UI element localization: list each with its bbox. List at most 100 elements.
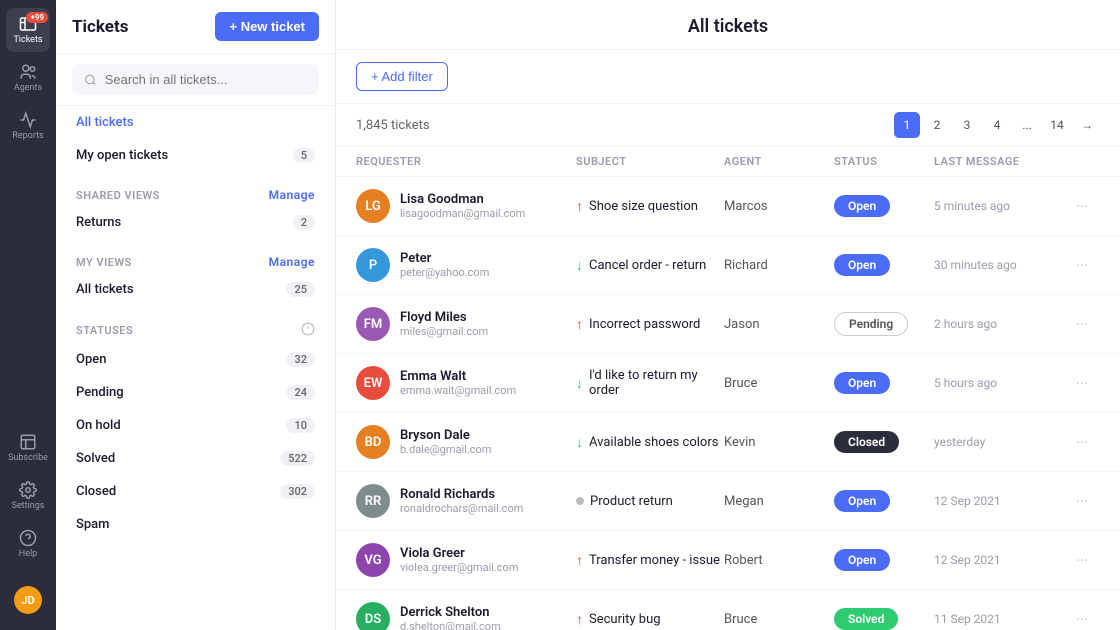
all-tickets-view-count: 25 — [286, 282, 315, 297]
status-cell: Pending — [834, 312, 934, 336]
requester-cell: BD Bryson Dale b.dale@gmail.com — [356, 425, 576, 459]
status-badge: Pending — [834, 312, 908, 336]
requester-cell: VG Viola Greer violea.greer@gmail.com — [356, 543, 576, 577]
tickets-table: REQUESTER SUBJECT AGENT STATUS LAST MESS… — [336, 147, 1120, 630]
new-ticket-button[interactable]: + New ticket — [215, 12, 319, 41]
subject-cell: ↓ I'd like to return my order — [576, 368, 724, 398]
requester-info: Emma Walt emma.walt@gmail.com — [400, 369, 516, 397]
requester-cell: RR Ronald Richards ronaldrochars@mail.co… — [356, 484, 576, 518]
table-row[interactable]: FM Floyd Miles miles@gmail.com ↑ Incorre… — [336, 295, 1120, 354]
col-actions — [1064, 155, 1100, 168]
page-next-btn[interactable]: → — [1074, 112, 1100, 138]
tickets-nav-item[interactable]: +99 Tickets — [6, 8, 50, 52]
pending-count: 24 — [286, 385, 315, 400]
subject-cell: ↑ Security bug — [576, 611, 724, 628]
agents-nav-item[interactable]: Agents — [6, 56, 50, 100]
requester-cell: EW Emma Walt emma.walt@gmail.com — [356, 366, 576, 400]
subject-text: Cancel order - return — [589, 258, 706, 273]
subject-cell: ↑ Shoe size question — [576, 198, 724, 215]
sidebar-item-pending[interactable]: Pending 24 — [72, 376, 319, 409]
requester-avatar: FM — [356, 307, 390, 341]
sidebar-item-my-open-tickets[interactable]: My open tickets 5 — [72, 139, 319, 172]
shared-views-manage[interactable]: Manage — [269, 188, 315, 202]
closed-count: 302 — [280, 484, 315, 499]
settings-nav-item[interactable]: Settings — [6, 474, 50, 518]
more-options-button[interactable]: ··· — [1064, 374, 1100, 393]
status-cell: Open — [834, 490, 934, 512]
all-tickets-label: All tickets — [76, 115, 134, 130]
main-title: All tickets — [356, 16, 1100, 49]
requester-name: Ronald Richards — [400, 487, 523, 502]
col-last-message: LAST MESSAGE — [934, 155, 1064, 168]
priority-down-icon: ↓ — [576, 375, 583, 392]
badge-red: +99 — [26, 12, 48, 23]
info-icon[interactable] — [301, 322, 315, 339]
subject-cell: ↓ Cancel order - return — [576, 257, 724, 274]
requester-name: Derrick Shelton — [400, 605, 501, 620]
add-filter-button[interactable]: + Add filter — [356, 62, 448, 91]
priority-down-icon: ↓ — [576, 434, 583, 451]
page-1-btn[interactable]: 1 — [894, 112, 920, 138]
table-row[interactable]: DS Derrick Shelton d.shelton@mail.com ↑ … — [336, 590, 1120, 630]
user-avatar-nav[interactable]: JD — [6, 578, 50, 622]
page-14-btn[interactable]: 14 — [1044, 112, 1070, 138]
statuses-label: STATUSES — [76, 324, 133, 337]
sidebar-item-all-tickets-view[interactable]: All tickets 25 — [72, 273, 319, 306]
reports-nav-item[interactable]: Reports — [6, 104, 50, 148]
table-row[interactable]: P Peter peter@yahoo.com ↓ Cancel order -… — [336, 236, 1120, 295]
more-options-button[interactable]: ··· — [1064, 551, 1100, 570]
sidebar-item-solved[interactable]: Solved 522 — [72, 442, 319, 475]
table-row[interactable]: EW Emma Walt emma.walt@gmail.com ↓ I'd l… — [336, 354, 1120, 413]
more-options-button[interactable]: ··· — [1064, 610, 1100, 629]
agent-cell: Bruce — [724, 376, 834, 391]
on-hold-count: 10 — [286, 418, 315, 433]
more-options-button[interactable]: ··· — [1064, 315, 1100, 334]
last-message: 5 minutes ago — [934, 199, 1064, 213]
sidebar-item-on-hold[interactable]: On hold 10 — [72, 409, 319, 442]
col-status: STATUS — [834, 155, 934, 168]
last-message: yesterday — [934, 435, 1064, 449]
tickets-count-bar: 1,845 tickets 1 2 3 4 ... 14 → — [336, 104, 1120, 147]
search-input[interactable] — [105, 72, 307, 87]
my-open-tickets-count: 5 — [293, 148, 315, 163]
open-count: 32 — [286, 352, 315, 367]
status-cell: Open — [834, 372, 934, 394]
subject-text: Incorrect password — [589, 317, 700, 332]
page-3-btn[interactable]: 3 — [954, 112, 980, 138]
icon-nav: +99 Tickets Agents Reports Subscribe Set… — [0, 0, 56, 630]
requester-avatar: VG — [356, 543, 390, 577]
priority-dot-icon — [576, 497, 584, 505]
agent-cell: Robert — [724, 553, 834, 568]
last-message: 12 Sep 2021 — [934, 553, 1064, 567]
requester-cell: DS Derrick Shelton d.shelton@mail.com — [356, 602, 576, 630]
table-row[interactable]: VG Viola Greer violea.greer@gmail.com ↑ … — [336, 531, 1120, 590]
sidebar-item-open[interactable]: Open 32 — [72, 343, 319, 376]
subject-text: Security bug — [589, 612, 661, 627]
sidebar-item-all-tickets[interactable]: All tickets — [72, 106, 319, 139]
returns-label: Returns — [76, 215, 121, 230]
page-4-btn[interactable]: 4 — [984, 112, 1010, 138]
priority-up-icon: ↑ — [576, 316, 583, 333]
table-row[interactable]: RR Ronald Richards ronaldrochars@mail.co… — [336, 472, 1120, 531]
more-options-button[interactable]: ··· — [1064, 256, 1100, 275]
table-row[interactable]: BD Bryson Dale b.dale@gmail.com ↓ Availa… — [336, 413, 1120, 472]
agent-cell: Bruce — [724, 612, 834, 627]
help-nav-item[interactable]: Help — [6, 522, 50, 566]
last-message: 2 hours ago — [934, 317, 1064, 331]
more-options-button[interactable]: ··· — [1064, 197, 1100, 216]
agent-cell: Kevin — [724, 435, 834, 450]
sidebar-item-returns[interactable]: Returns 2 — [72, 206, 319, 239]
page-2-btn[interactable]: 2 — [924, 112, 950, 138]
sidebar-item-closed[interactable]: Closed 302 — [72, 475, 319, 508]
table-row[interactable]: LG Lisa Goodman lisagoodman@gmail.com ↑ … — [336, 177, 1120, 236]
sidebar-item-spam[interactable]: Spam — [72, 508, 319, 541]
more-options-button[interactable]: ··· — [1064, 492, 1100, 511]
more-options-button[interactable]: ··· — [1064, 433, 1100, 452]
status-cell: Solved — [834, 608, 934, 630]
requester-name: Bryson Dale — [400, 428, 491, 443]
my-views-manage[interactable]: Manage — [269, 255, 315, 269]
subscribe-nav-item[interactable]: Subscribe — [6, 426, 50, 470]
status-cell: Open — [834, 195, 934, 217]
pagination: 1 2 3 4 ... 14 → — [894, 112, 1100, 138]
pending-label: Pending — [76, 385, 124, 400]
